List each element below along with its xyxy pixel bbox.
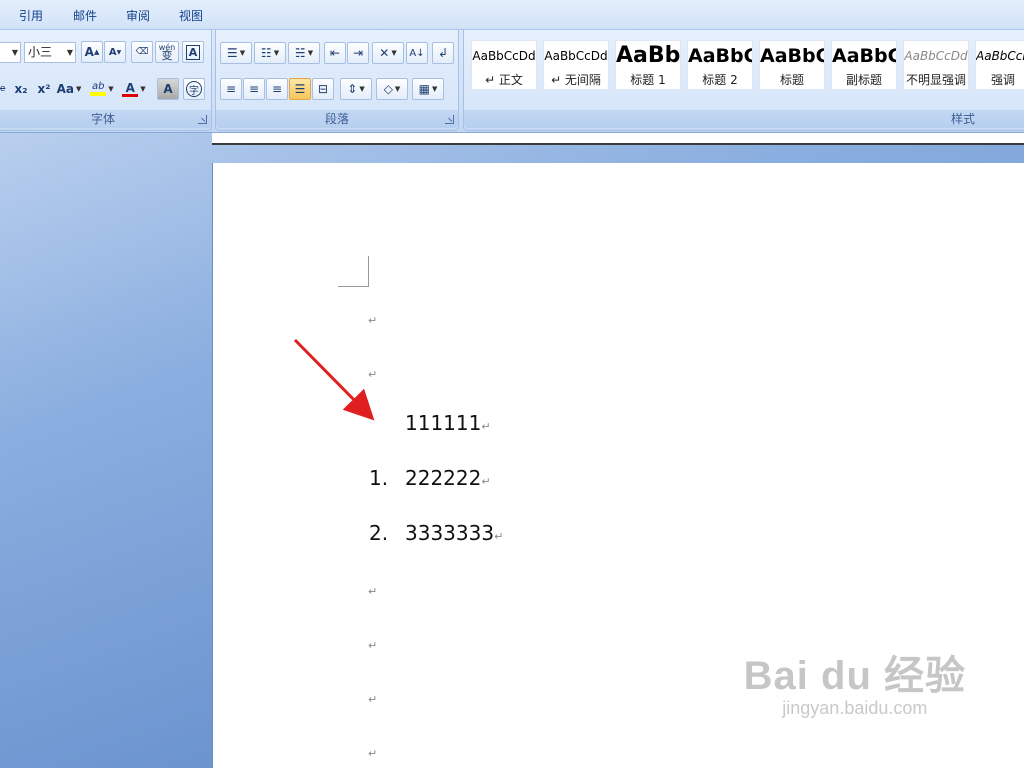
annotation-arrow-icon (293, 338, 375, 421)
watermark-logo: Bai du 经验 (743, 654, 966, 698)
baidu-watermark: Bai du 经验 jingyan.baidu.com (744, 654, 966, 719)
watermark-url: jingyan.baidu.com (782, 698, 928, 718)
